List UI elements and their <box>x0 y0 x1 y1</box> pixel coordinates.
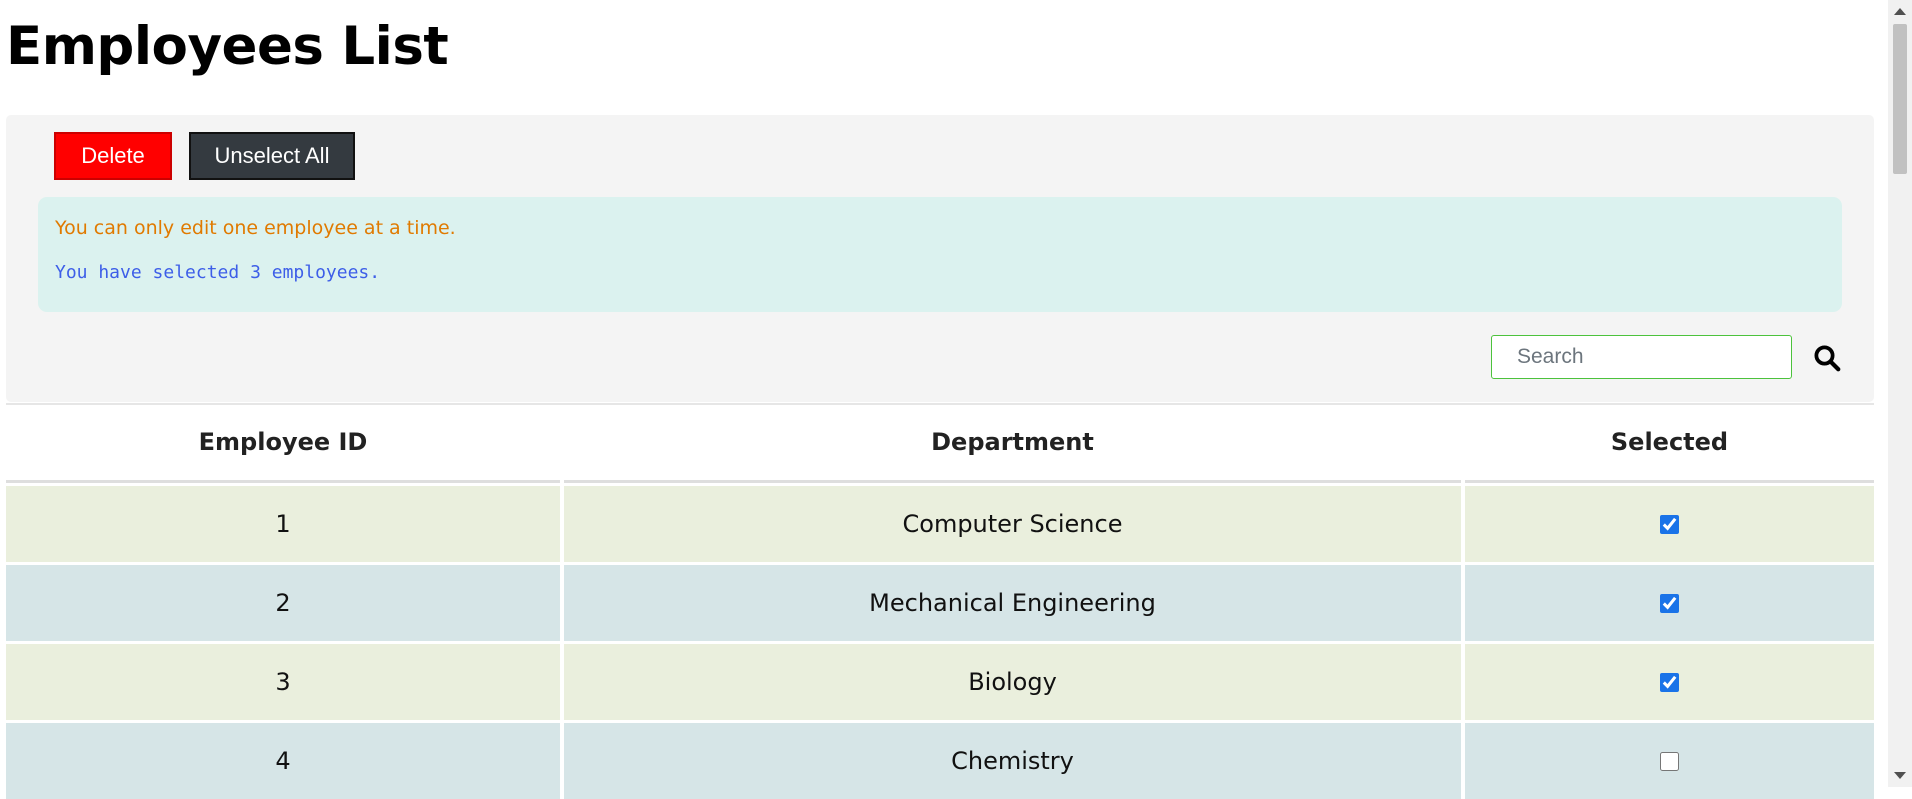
row-select-checkbox[interactable] <box>1660 514 1679 534</box>
employee-id-cell: 3 <box>6 644 560 720</box>
table-row[interactable]: 2 Mechanical Engineering <box>6 562 1874 641</box>
control-panel: Delete Unselect All You can only edit on… <box>6 115 1874 402</box>
employees-table: Employee ID Department Selected 1 Comput… <box>6 403 1874 799</box>
department-cell: Mechanical Engineering <box>564 565 1461 641</box>
scroll-up-arrow-icon[interactable] <box>1894 8 1906 15</box>
search-input[interactable] <box>1491 335 1792 379</box>
selected-cell <box>1465 486 1874 562</box>
page-title: Employees List <box>6 16 449 77</box>
employee-id-cell: 4 <box>6 723 560 799</box>
edit-warning-text: You can only edit one employee at a time… <box>55 217 456 239</box>
row-select-checkbox[interactable] <box>1660 593 1679 613</box>
column-header-employee-id[interactable]: Employee ID <box>6 403 560 483</box>
table-row[interactable]: 3 Biology <box>6 641 1874 720</box>
table-header-row: Employee ID Department Selected <box>6 403 1874 483</box>
department-cell: Chemistry <box>564 723 1461 799</box>
info-alert: You can only edit one employee at a time… <box>38 197 1842 312</box>
column-header-department[interactable]: Department <box>564 403 1461 483</box>
department-cell: Biology <box>564 644 1461 720</box>
employee-id-cell: 2 <box>6 565 560 641</box>
unselect-all-button[interactable]: Unselect All <box>189 132 355 180</box>
table-row[interactable]: 1 Computer Science <box>6 483 1874 562</box>
selected-cell <box>1465 644 1874 720</box>
delete-button[interactable]: Delete <box>54 132 172 180</box>
selected-cell <box>1465 565 1874 641</box>
selected-cell <box>1465 723 1874 799</box>
column-header-selected[interactable]: Selected <box>1465 403 1874 483</box>
scrollbar-thumb[interactable] <box>1893 24 1907 174</box>
search-icon[interactable] <box>1812 343 1842 373</box>
scroll-down-arrow-icon[interactable] <box>1894 772 1906 779</box>
selection-count-text: You have selected 3 employees. <box>55 262 381 283</box>
employee-id-cell: 1 <box>6 486 560 562</box>
department-cell: Computer Science <box>564 486 1461 562</box>
row-select-checkbox[interactable] <box>1660 672 1679 692</box>
row-select-checkbox[interactable] <box>1660 751 1679 771</box>
table-row[interactable]: 4 Chemistry <box>6 720 1874 799</box>
page-scrollbar[interactable] <box>1888 0 1912 787</box>
